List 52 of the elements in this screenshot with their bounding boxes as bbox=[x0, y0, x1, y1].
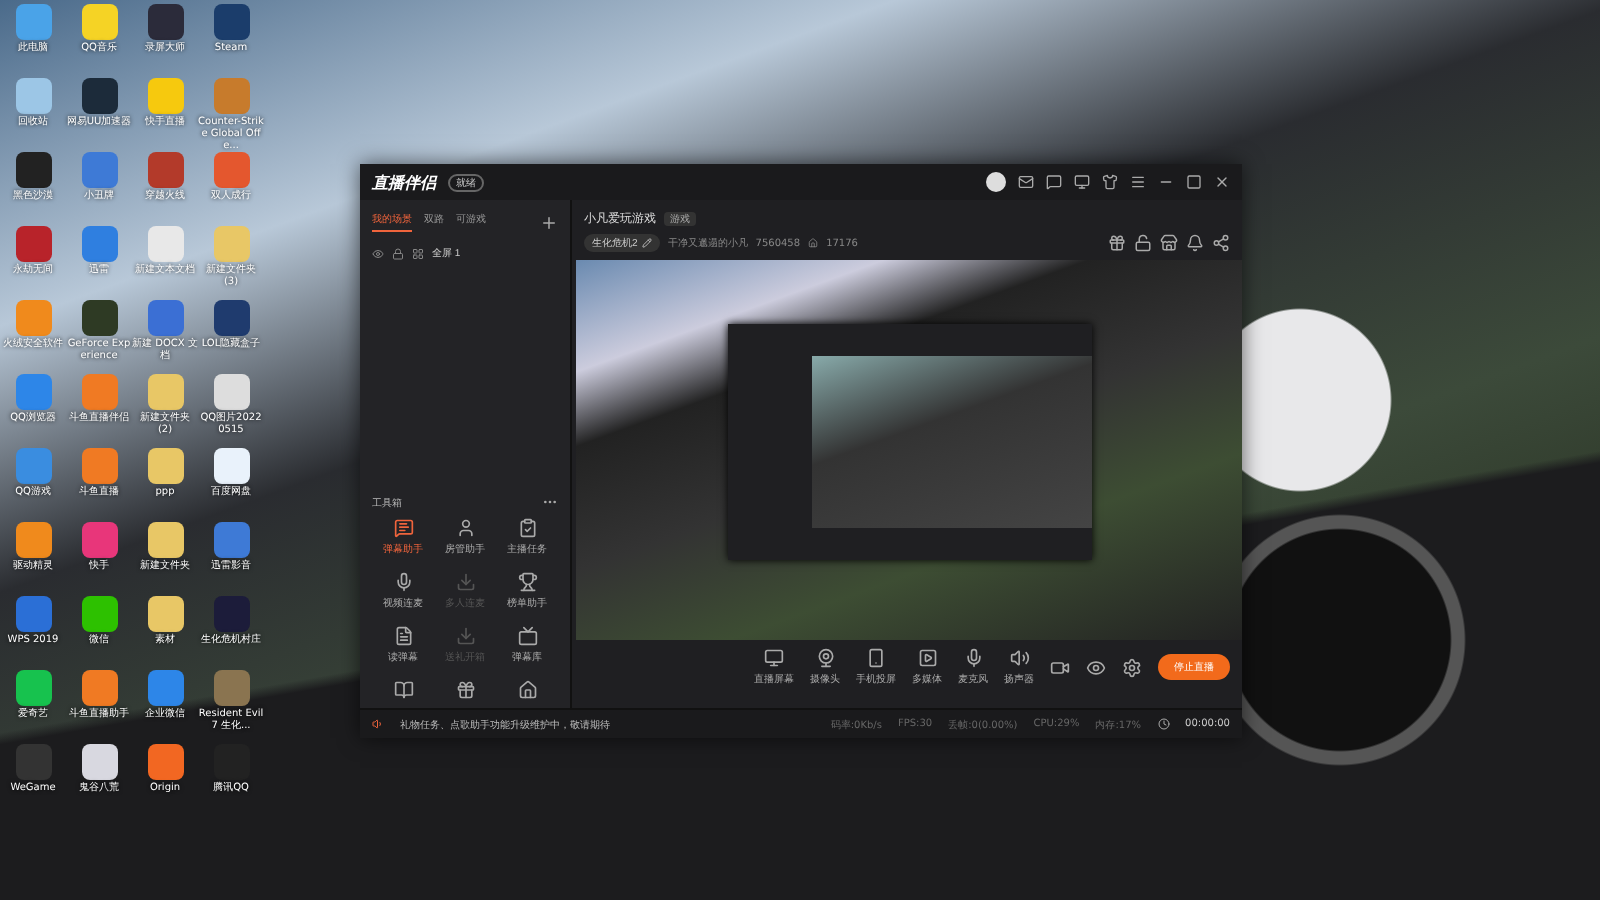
microphone-icon bbox=[393, 572, 413, 592]
maximize-icon[interactable] bbox=[1186, 174, 1202, 190]
app-icon[interactable] bbox=[81, 744, 117, 780]
clipboard-icon bbox=[517, 518, 537, 538]
lock-icon[interactable] bbox=[392, 247, 404, 259]
grid-icon bbox=[412, 247, 424, 259]
speaker-icon bbox=[372, 718, 384, 730]
mail-icon[interactable] bbox=[1018, 174, 1034, 190]
house-icon bbox=[808, 238, 819, 248]
eye-icon[interactable] bbox=[372, 247, 384, 259]
app-icon[interactable] bbox=[213, 448, 249, 484]
add-icon[interactable] bbox=[540, 213, 558, 231]
eye-icon[interactable] bbox=[1086, 657, 1106, 677]
user-icon bbox=[455, 518, 475, 538]
app-icon[interactable] bbox=[147, 744, 183, 780]
app-icon[interactable] bbox=[147, 596, 183, 632]
download-icon bbox=[455, 626, 475, 646]
play-icon bbox=[917, 648, 937, 668]
download-icon bbox=[455, 572, 475, 592]
bell-icon[interactable] bbox=[1186, 234, 1204, 252]
app-icon[interactable] bbox=[81, 596, 117, 632]
gift-icon[interactable] bbox=[1108, 234, 1126, 252]
monitor-icon bbox=[764, 648, 784, 668]
store-icon[interactable] bbox=[1160, 234, 1178, 252]
share-icon[interactable] bbox=[1212, 234, 1230, 252]
speaker-icon bbox=[1009, 648, 1029, 668]
chat-icon bbox=[393, 518, 413, 538]
app-icon[interactable] bbox=[147, 522, 183, 558]
clock-icon bbox=[1157, 718, 1170, 730]
app-logo: 直播伴侣 bbox=[372, 171, 436, 193]
app-icon[interactable] bbox=[81, 300, 117, 336]
microphone-icon bbox=[963, 648, 983, 668]
house-icon bbox=[517, 680, 537, 700]
book-icon bbox=[393, 680, 413, 700]
webcam-icon bbox=[815, 648, 835, 668]
unlock-icon[interactable] bbox=[1134, 234, 1152, 252]
pencil-icon bbox=[641, 238, 652, 248]
trophy-icon bbox=[517, 572, 537, 592]
gift-icon bbox=[455, 680, 475, 700]
menu-icon[interactable] bbox=[1130, 174, 1146, 190]
document-icon bbox=[393, 626, 413, 646]
app-icon[interactable] bbox=[15, 152, 51, 188]
video-icon[interactable] bbox=[1050, 657, 1070, 677]
avatar[interactable] bbox=[986, 172, 1006, 192]
close-icon[interactable] bbox=[1214, 174, 1230, 190]
message-icon[interactable] bbox=[1046, 174, 1062, 190]
tv-icon bbox=[517, 626, 537, 646]
shirt-icon[interactable] bbox=[1102, 174, 1118, 190]
phone-icon bbox=[866, 648, 886, 668]
settings-icon[interactable] bbox=[1122, 657, 1142, 677]
monitor-icon[interactable] bbox=[1074, 174, 1090, 190]
app-icon[interactable] bbox=[15, 670, 51, 706]
